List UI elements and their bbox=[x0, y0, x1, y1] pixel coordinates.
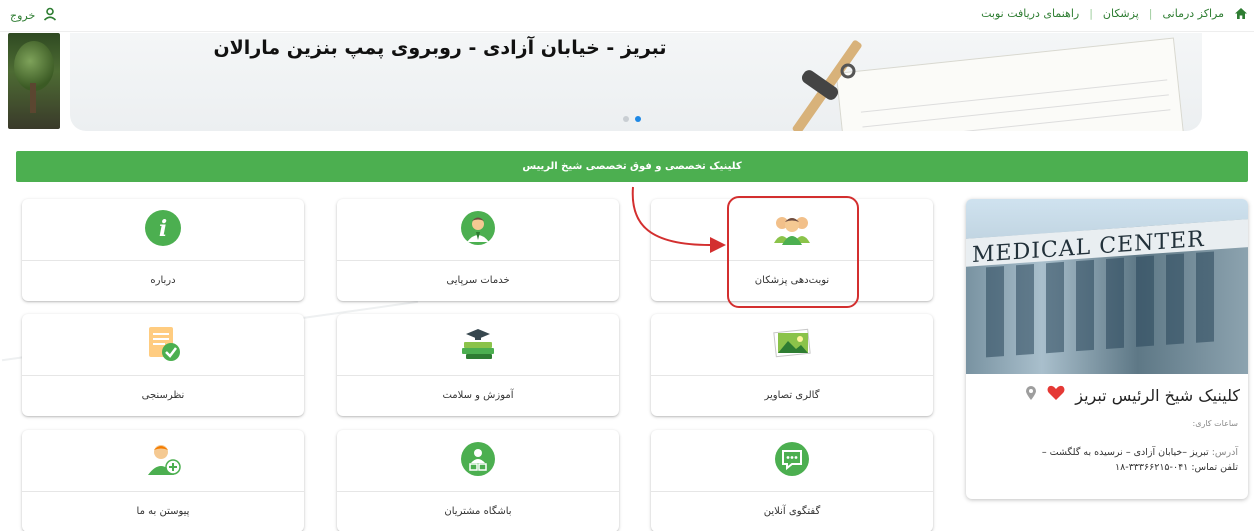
service-card-label: پیوستن به ما bbox=[136, 506, 190, 517]
service-card-label: درباره bbox=[150, 275, 176, 286]
carousel-dots bbox=[623, 116, 641, 122]
top-navigation: مراکز درمانی | پزشکان | راهنمای دریافت ن… bbox=[981, 7, 1248, 20]
service-card-online-chat[interactable]: گفتگوی آنلاین bbox=[651, 430, 933, 531]
clinic-name-row: کلینیک شیخ الرئیس تبریز bbox=[1025, 385, 1240, 405]
nav-doctors[interactable]: پزشکان bbox=[1103, 7, 1139, 20]
service-card-label: آموزش و سلامت bbox=[442, 390, 514, 401]
service-card-label: باشگاه مشتریان bbox=[444, 506, 512, 517]
join-us-icon bbox=[143, 441, 183, 481]
banner-carousel[interactable]: تبریز - خیابان آزادی - روبروی پمپ بنزین … bbox=[70, 33, 1202, 131]
user-icon bbox=[43, 7, 57, 24]
address-value: تبریز –خیابان آزادی – نرسیده به گلگشت – bbox=[1041, 447, 1209, 458]
banner-title: تبریز - خیابان آزادی - روبروی پمپ بنزین … bbox=[213, 37, 667, 59]
clinic-address: آدرس: تبریز –خیابان آزادی – نرسیده به گل… bbox=[968, 445, 1238, 475]
service-card-about[interactable]: i درباره bbox=[22, 199, 304, 301]
favorite-heart-icon[interactable] bbox=[1047, 385, 1065, 405]
service-card-education-health[interactable]: آموزش و سلامت bbox=[337, 314, 619, 416]
home-icon[interactable] bbox=[1234, 7, 1248, 20]
nav-appointment-guide[interactable]: راهنمای دریافت نوبت bbox=[981, 7, 1079, 20]
carousel-dot-active[interactable] bbox=[635, 116, 641, 122]
logout-button[interactable]: خروج bbox=[10, 7, 57, 24]
service-card-label: گالری تصاویر bbox=[764, 390, 820, 401]
section-title-bar: کلینیک تخصصی و فوق تخصصی شیخ الرییس bbox=[16, 151, 1248, 182]
annotation-arrow bbox=[631, 186, 726, 253]
clinic-info-card[interactable]: MEDICAL CENTER کلینیک شیخ الرئیس تبریز س… bbox=[966, 199, 1248, 499]
nav-separator: | bbox=[1148, 7, 1153, 20]
nav-separator: | bbox=[1089, 7, 1093, 20]
service-card-gallery[interactable]: گالری تصاویر bbox=[651, 314, 933, 416]
clinic-working-hours: ساعات کاری: bbox=[1192, 419, 1239, 428]
service-card-label: نظرسنجی bbox=[141, 390, 185, 401]
service-card-outpatient-services[interactable]: خدمات سرپایی bbox=[337, 199, 619, 301]
logout-label: خروج bbox=[10, 9, 36, 22]
gallery-icon bbox=[772, 328, 812, 362]
service-card-label: خدمات سرپایی bbox=[446, 275, 510, 286]
location-pin-icon[interactable] bbox=[1025, 385, 1037, 405]
svg-text:i: i bbox=[159, 216, 167, 242]
clinic-name: کلینیک شیخ الرئیس تبریز bbox=[1075, 385, 1240, 405]
address-label: آدرس: bbox=[1211, 447, 1238, 458]
top-bar: مراکز درمانی | پزشکان | راهنمای دریافت ن… bbox=[0, 0, 1254, 32]
chat-icon bbox=[774, 441, 810, 481]
info-icon: i bbox=[144, 209, 182, 251]
banner-side-image bbox=[8, 33, 60, 129]
education-books-icon bbox=[458, 326, 498, 364]
service-card-survey[interactable]: نظرسنجی bbox=[22, 314, 304, 416]
survey-checklist-icon bbox=[145, 324, 181, 366]
customer-club-icon bbox=[460, 441, 496, 481]
phone-label: تلفن تماس: bbox=[1191, 462, 1238, 473]
clinic-photo: MEDICAL CENTER bbox=[966, 199, 1248, 374]
phone-value: ۰۴۱-۳۳۳۶۶۲۱۵-۱۸ bbox=[1115, 462, 1189, 473]
banner-clipboard-image bbox=[792, 40, 862, 131]
service-card-customer-club[interactable]: باشگاه مشتریان bbox=[337, 430, 619, 531]
service-card-join-us[interactable]: پیوستن به ما bbox=[22, 430, 304, 531]
nav-medical-centers[interactable]: مراکز درمانی bbox=[1162, 7, 1224, 20]
annotation-highlight-box bbox=[727, 196, 859, 308]
service-card-label: گفتگوی آنلاین bbox=[763, 506, 821, 517]
doctor-icon bbox=[460, 210, 496, 250]
carousel-dot[interactable] bbox=[623, 116, 629, 122]
